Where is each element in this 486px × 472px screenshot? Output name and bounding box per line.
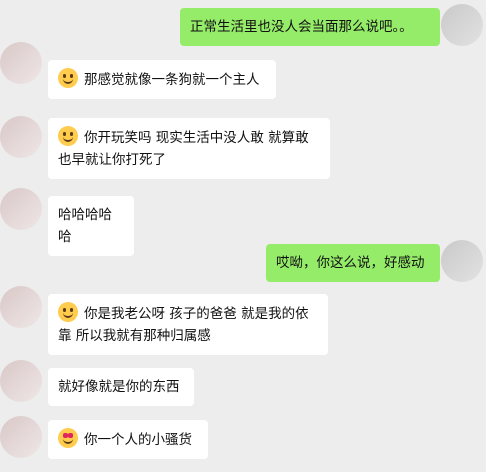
message-bubble-incoming[interactable]: 你是我老公呀 孩子的爸爸 就是我的依靠 所以我就有那种归属感 bbox=[48, 294, 328, 355]
message-bubble-outgoing[interactable]: 哎呦，你这么说，好感动 bbox=[266, 244, 440, 282]
my-avatar[interactable] bbox=[441, 240, 483, 282]
message-bubble-incoming[interactable]: 就好像就是你的东西 bbox=[48, 368, 194, 406]
contact-avatar[interactable] bbox=[0, 360, 42, 402]
message-text: 你是我老公呀 孩子的爸爸 就是我的依靠 所以我就有那种归属感 bbox=[58, 306, 309, 344]
message-bubble-incoming[interactable]: 那感觉就像一条狗就一个主人 bbox=[48, 60, 276, 99]
contact-avatar[interactable] bbox=[0, 416, 42, 458]
message-bubble-incoming[interactable]: 你开玩笑吗 现实生活中没人敢 就算敢也早就让你打死了 bbox=[48, 118, 330, 179]
contact-avatar[interactable] bbox=[0, 188, 42, 230]
message-text: 你一个人的小骚货 bbox=[84, 432, 192, 448]
my-avatar[interactable] bbox=[441, 4, 483, 46]
message-text: 哎呦，你这么说，好感动 bbox=[276, 255, 425, 271]
message-bubble-incoming[interactable]: 你一个人的小骚货 bbox=[48, 420, 208, 459]
message-bubble-incoming[interactable]: 哈哈哈哈哈 bbox=[48, 196, 134, 256]
message-text: 正常生活里也没人会当面那么说吧。。 bbox=[190, 19, 413, 35]
message-bubble-outgoing[interactable]: 正常生活里也没人会当面那么说吧。。 bbox=[180, 8, 440, 46]
contact-avatar[interactable] bbox=[0, 42, 42, 84]
message-text: 哈哈哈哈哈 bbox=[58, 207, 112, 245]
heart-eyes-emoji-icon bbox=[58, 428, 78, 448]
pleading-face-emoji-icon bbox=[58, 302, 78, 322]
message-text: 就好像就是你的东西 bbox=[58, 379, 180, 395]
message-text: 那感觉就像一条狗就一个主人 bbox=[84, 72, 260, 88]
contact-avatar[interactable] bbox=[0, 116, 42, 158]
message-text: 你开玩笑吗 现实生活中没人敢 就算敢也早就让你打死了 bbox=[58, 130, 309, 168]
unamused-face-emoji-icon bbox=[58, 126, 78, 146]
contact-avatar[interactable] bbox=[0, 286, 42, 328]
laughing-tears-emoji-icon bbox=[58, 68, 78, 88]
